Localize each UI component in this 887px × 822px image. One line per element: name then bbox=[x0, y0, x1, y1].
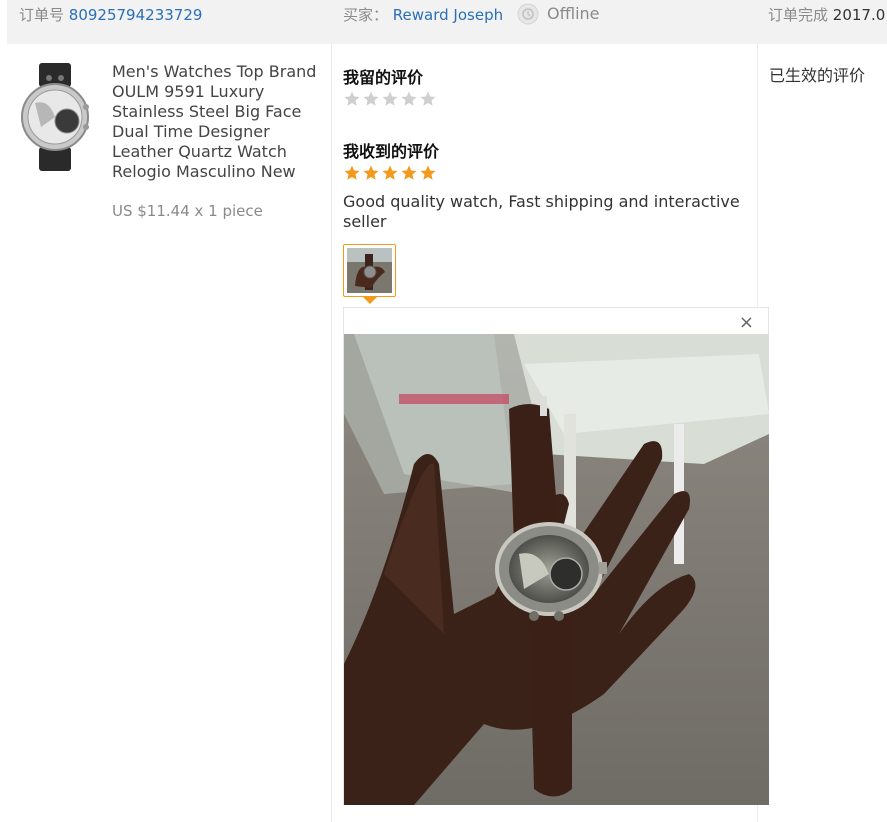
close-preview-button[interactable]: × bbox=[739, 314, 754, 332]
star-icon bbox=[382, 91, 398, 106]
buyer-row: 买家： Reward Joseph bbox=[343, 4, 503, 25]
feedback-left-stars bbox=[343, 90, 437, 108]
feedback-left-heading: 我留的评价 bbox=[343, 68, 424, 87]
order-header: 订单号 80925794233729 买家： Reward Joseph Off… bbox=[7, 0, 887, 44]
completed-label: 订单完成 bbox=[768, 6, 829, 24]
effective-feedback-label: 已生效的评价 bbox=[769, 66, 866, 85]
thumbnail-pointer bbox=[363, 297, 377, 304]
star-icon bbox=[363, 165, 379, 180]
review-photo-preview: × bbox=[343, 307, 769, 805]
star-icon bbox=[420, 165, 436, 180]
product-image[interactable] bbox=[19, 63, 91, 171]
feedback-received-stars bbox=[343, 164, 437, 182]
star-icon bbox=[420, 91, 436, 106]
order-number-link[interactable]: 80925794233729 bbox=[69, 6, 203, 24]
chat-offline-icon[interactable] bbox=[516, 2, 540, 26]
star-icon bbox=[344, 91, 360, 106]
buyer-label: 买家： bbox=[343, 6, 389, 24]
buyer-name-link[interactable]: Reward Joseph bbox=[393, 6, 503, 24]
star-icon bbox=[382, 165, 398, 180]
product-title-link[interactable]: Men's Watches Top Brand OULM 9591 Luxury… bbox=[112, 62, 317, 182]
order-label: 订单号 bbox=[19, 6, 65, 24]
review-text: Good quality watch, Fast shipping and in… bbox=[343, 192, 740, 231]
review-photo-thumbnail[interactable] bbox=[343, 244, 396, 297]
column-divider bbox=[331, 44, 332, 822]
product-price: US $11.44 x 1 piece bbox=[112, 202, 263, 220]
star-icon bbox=[344, 165, 360, 180]
order-completed-row: 订单完成 2017.0 bbox=[768, 4, 885, 25]
review-photo-thumbnail-image bbox=[347, 248, 392, 293]
review-photo bbox=[344, 334, 769, 805]
star-icon bbox=[363, 91, 379, 106]
feedback-received-heading: 我收到的评价 bbox=[343, 142, 440, 161]
order-number-row: 订单号 80925794233729 bbox=[19, 4, 202, 25]
online-status: Offline bbox=[547, 4, 600, 23]
completed-date: 2017.0 bbox=[832, 6, 886, 24]
star-icon bbox=[401, 165, 417, 180]
star-icon bbox=[401, 91, 417, 106]
